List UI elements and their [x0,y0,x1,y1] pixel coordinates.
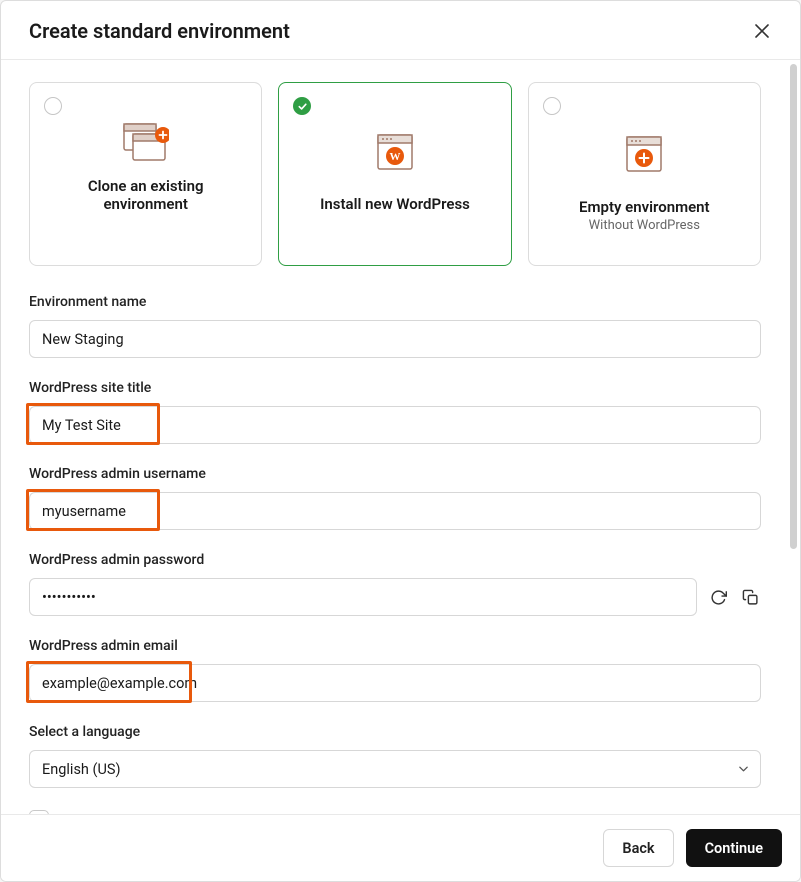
label-multisite: Install WordPress multisite [63,812,236,815]
empty-env-icon [543,109,746,198]
continue-button[interactable]: Continue [686,829,782,867]
option-install-wordpress[interactable]: W Install new WordPress [278,82,511,266]
refresh-icon [710,589,727,606]
scrollbar-thumb[interactable] [790,64,797,549]
label-admin-email: WordPress admin email [29,638,761,654]
back-button[interactable]: Back [603,829,673,867]
input-site-title[interactable] [29,406,761,444]
option-clone-environment[interactable]: Clone an existing environment [29,82,262,266]
option-sublabel: Without WordPress [543,218,746,233]
field-admin-password: WordPress admin password [29,552,761,616]
copy-icon [742,589,759,606]
field-language: Select a language English (US) [29,724,761,788]
modal-body[interactable]: Clone an existing environment [1,60,789,814]
regenerate-password-button[interactable] [707,586,729,608]
option-label: Empty environment [543,198,746,216]
field-admin-username: WordPress admin username [29,466,761,530]
close-icon [755,24,769,38]
copy-password-button[interactable] [739,586,761,608]
label-admin-password: WordPress admin password [29,552,761,568]
label-language: Select a language [29,724,761,740]
svg-text:W: W [389,151,400,163]
input-admin-password[interactable] [29,578,697,616]
checkbox-multisite[interactable] [29,810,49,814]
field-environment-name: Environment name [29,294,761,358]
label-environment-name: Environment name [29,294,761,310]
field-multisite: Install WordPress multisite [29,810,761,814]
input-admin-username[interactable] [29,492,761,530]
environment-options: Clone an existing environment [29,82,761,266]
input-admin-email[interactable] [29,664,761,702]
input-environment-name[interactable] [29,320,761,358]
close-button[interactable] [752,21,772,41]
modal-footer: Back Continue [1,814,800,881]
clone-icon [44,109,247,177]
select-language-value: English (US) [42,761,121,778]
option-empty-environment[interactable]: Empty environment Without WordPress [528,82,761,266]
option-label: Clone an existing environment [44,177,247,213]
label-site-title: WordPress site title [29,380,761,396]
label-admin-username: WordPress admin username [29,466,761,482]
scrollbar[interactable] [789,64,798,810]
modal-body-wrapper: Clone an existing environment [1,60,800,814]
field-site-title: WordPress site title [29,380,761,444]
field-admin-email: WordPress admin email [29,638,761,702]
wordpress-icon: W [293,109,496,195]
modal-title: Create standard environment [29,19,290,43]
select-language[interactable]: English (US) [29,750,761,788]
modal-header: Create standard environment [1,1,800,60]
option-label: Install new WordPress [293,195,496,213]
create-environment-modal: Create standard environment [0,0,801,882]
